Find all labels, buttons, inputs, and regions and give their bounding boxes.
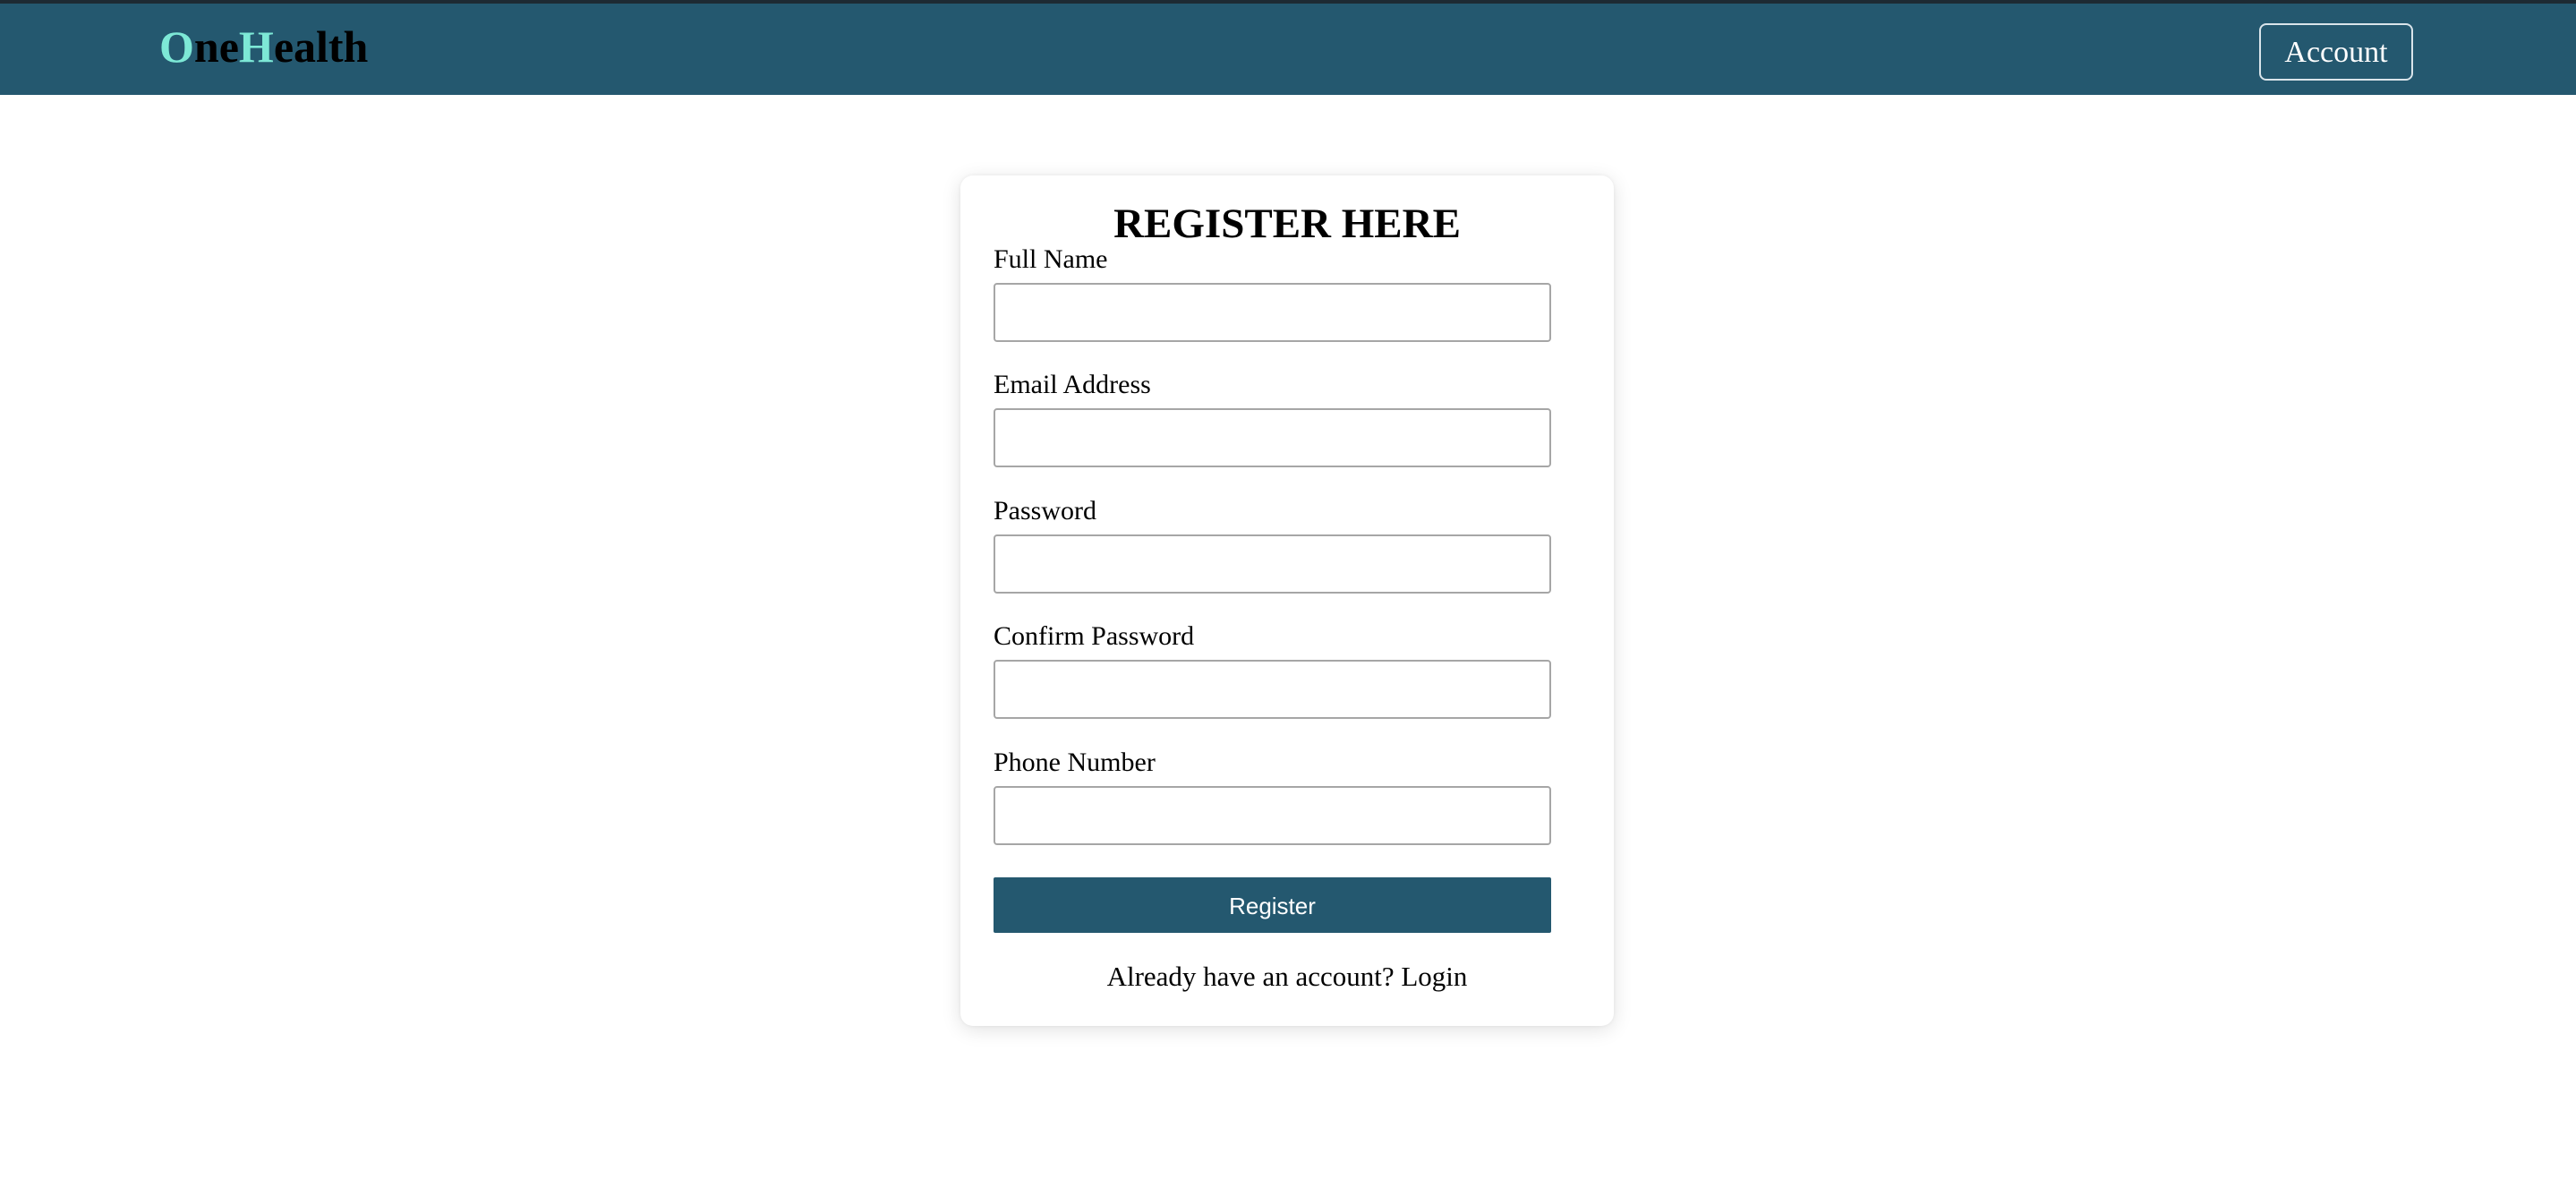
password-field[interactable] xyxy=(994,534,1551,594)
password-label: Password xyxy=(994,496,1097,526)
phone-number-label: Phone Number xyxy=(994,748,1156,777)
brand-letter-o: O xyxy=(159,21,194,72)
phone-number-field[interactable] xyxy=(994,786,1551,845)
register-card: REGISTER HERE Full Name Email Address Pa… xyxy=(960,175,1614,1026)
confirm-password-field[interactable] xyxy=(994,660,1551,719)
brand-logo[interactable]: OneHealth xyxy=(159,20,368,73)
email-label: Email Address xyxy=(994,370,1151,399)
full-name-label: Full Name xyxy=(994,244,1108,274)
account-button[interactable]: Account xyxy=(2259,23,2413,81)
top-navbar: OneHealth Account xyxy=(0,0,2576,95)
login-link[interactable]: Login xyxy=(1401,961,1467,992)
brand-letter-h: H xyxy=(238,21,274,72)
login-prompt-text: Already have an account? xyxy=(1106,961,1395,992)
page-title: REGISTER HERE xyxy=(1113,201,1461,247)
full-name-field[interactable] xyxy=(994,283,1551,342)
brand-part-ne: ne xyxy=(193,21,239,72)
confirm-password-label: Confirm Password xyxy=(994,621,1195,651)
email-field[interactable] xyxy=(994,408,1551,467)
register-button[interactable]: Register xyxy=(994,877,1551,933)
brand-part-ealth: ealth xyxy=(273,21,369,72)
login-prompt: Already have an account? Login xyxy=(960,960,1614,994)
